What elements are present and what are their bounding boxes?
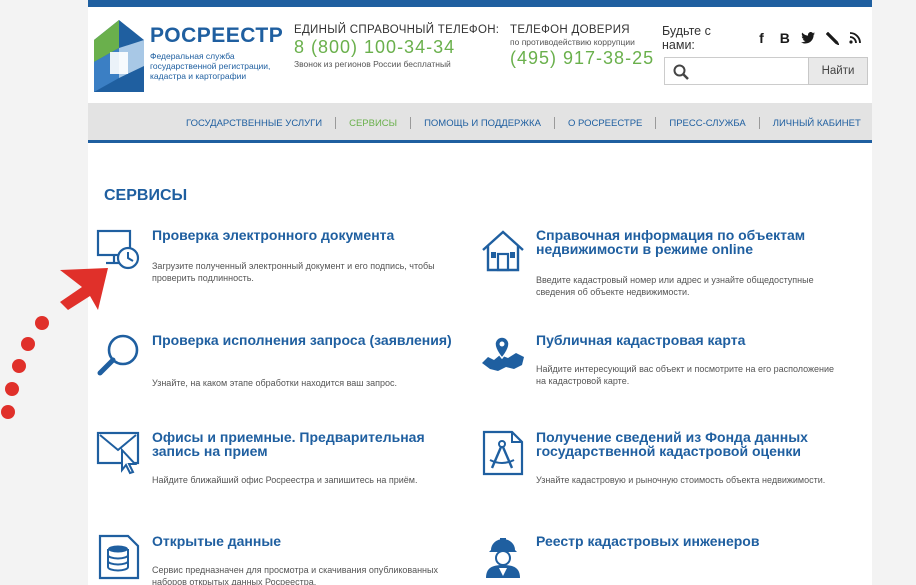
trust-line-title: ТЕЛЕФОН ДОВЕРИЯ [510, 24, 630, 36]
vk-icon[interactable]: B [778, 30, 791, 46]
service-description: Сервис предназначен для просмотра и скач… [152, 565, 438, 585]
logo[interactable]: РОСРЕЕСТР Федеральная служба государстве… [92, 18, 292, 94]
main-nav: ГОСУДАРСТВЕННЫЕ УСЛУГИ СЕРВИСЫ ПОМОЩЬ И … [88, 103, 872, 143]
hotline-block: ЕДИНЫЙ СПРАВОЧНЫЙ ТЕЛЕФОН: 8 (800) 100-3… [294, 24, 499, 69]
service-valuation-data[interactable]: Получение сведений из Фонда данных госуд… [480, 430, 860, 500]
engineer-icon [486, 538, 520, 578]
service-title[interactable]: Офисы и приемные. Предварительная запись… [152, 430, 452, 458]
service-title[interactable]: Проверка электронного документа [152, 228, 452, 242]
service-description: Найдите ближайший офис Росреестра и запи… [152, 475, 418, 485]
nav-separator [655, 117, 657, 129]
rss-icon[interactable] [849, 30, 862, 46]
service-title[interactable]: Реестр кадастровых инженеров [536, 534, 836, 548]
search-button[interactable]: Найти [808, 57, 868, 85]
service-document-check[interactable]: Проверка электронного документа Загрузит… [96, 228, 476, 288]
hotline-note: Звонок из регионов России бесплатный [294, 59, 451, 69]
service-description: Найдите интересующий вас объект и посмот… [536, 364, 835, 386]
service-engineers-registry[interactable]: Реестр кадастровых инженеров [480, 534, 860, 585]
service-request-status[interactable]: Проверка исполнения запроса (заявления) … [96, 333, 476, 393]
facebook-icon[interactable]: f [755, 30, 768, 46]
search-icon [673, 64, 689, 80]
service-description: Узнайте кадастровую и рыночную стоимость… [536, 475, 826, 485]
monitor-clock-icon [96, 229, 140, 270]
page-background-right [872, 0, 916, 585]
nav-item-gov-services[interactable]: ГОСУДАРСТВЕННЫЕ УСЛУГИ [186, 118, 322, 129]
hotline-title: ЕДИНЫЙ СПРАВОЧНЫЙ ТЕЛЕФОН: [294, 24, 500, 36]
logo-title: РОСРЕЕСТР [150, 24, 284, 47]
trust-line-block: ТЕЛЕФОН ДОВЕРИЯ по противодействию корру… [510, 24, 654, 69]
page-background-left [0, 0, 88, 585]
page-title: СЕРВИСЫ [104, 187, 188, 204]
service-description: Узнайте, на каком этапе обработки находи… [152, 378, 398, 388]
nav-separator [335, 117, 337, 129]
service-title[interactable]: Публичная кадастровая карта [536, 333, 836, 347]
service-title[interactable]: Проверка исполнения запроса (заявления) [152, 333, 452, 347]
logo-subtitle: Федеральная служба государственной регис… [150, 51, 271, 81]
service-title[interactable]: Справочная информация по объектам недвиж… [536, 228, 836, 256]
trust-line-subtitle: по противодействию коррупции [510, 37, 635, 47]
service-description: Загрузите полученный электронный докумен… [152, 261, 435, 283]
service-cadastral-map[interactable]: Публичная кадастровая карта Найдите инте… [480, 333, 860, 393]
nav-item-press[interactable]: ПРЕСС-СЛУЖБА [669, 118, 745, 129]
service-title[interactable]: Открытые данные [152, 534, 452, 548]
service-offices[interactable]: Офисы и приемные. Предварительная запись… [96, 430, 476, 490]
social-label: Будьте с нами: [662, 24, 711, 52]
cursor-icon [96, 431, 140, 475]
map-pin-icon [482, 336, 524, 371]
house-icon [482, 230, 524, 272]
database-document-icon [98, 534, 140, 580]
nav-separator [410, 117, 412, 129]
service-reference-info[interactable]: Справочная информация по объектам недвиж… [480, 228, 860, 302]
service-description: Введите кадастровый номер или адрес и уз… [536, 275, 814, 297]
livejournal-icon[interactable] [825, 30, 839, 46]
compass-document-icon [482, 430, 524, 476]
twitter-icon[interactable] [801, 30, 816, 46]
logo-emblem-icon [94, 20, 144, 92]
nav-item-services[interactable]: СЕРВИСЫ [349, 118, 397, 129]
service-open-data[interactable]: Открытые данные Сервис предназначен для … [96, 534, 476, 585]
search-form: Найти [664, 57, 868, 85]
nav-item-help[interactable]: ПОМОЩЬ И ПОДДЕРЖКА [424, 118, 541, 129]
social-links: Будьте с нами: f B [662, 24, 872, 52]
top-bar [88, 0, 872, 7]
nav-item-personal-account[interactable]: ЛИЧНЫЙ КАБИНЕТ [773, 118, 861, 129]
service-title[interactable]: Получение сведений из Фонда данных госуд… [536, 430, 836, 458]
trust-line-number[interactable]: (495) 917-38-25 [510, 48, 654, 69]
search-input[interactable] [664, 57, 808, 85]
magnifier-icon [97, 334, 139, 376]
hotline-number[interactable]: 8 (800) 100-34-34 [294, 37, 499, 58]
nav-separator [758, 117, 760, 129]
page: РОСРЕЕСТР Федеральная служба государстве… [88, 0, 872, 585]
nav-item-about[interactable]: О РОСРЕЕСТРЕ [568, 118, 642, 129]
nav-separator [553, 117, 555, 129]
